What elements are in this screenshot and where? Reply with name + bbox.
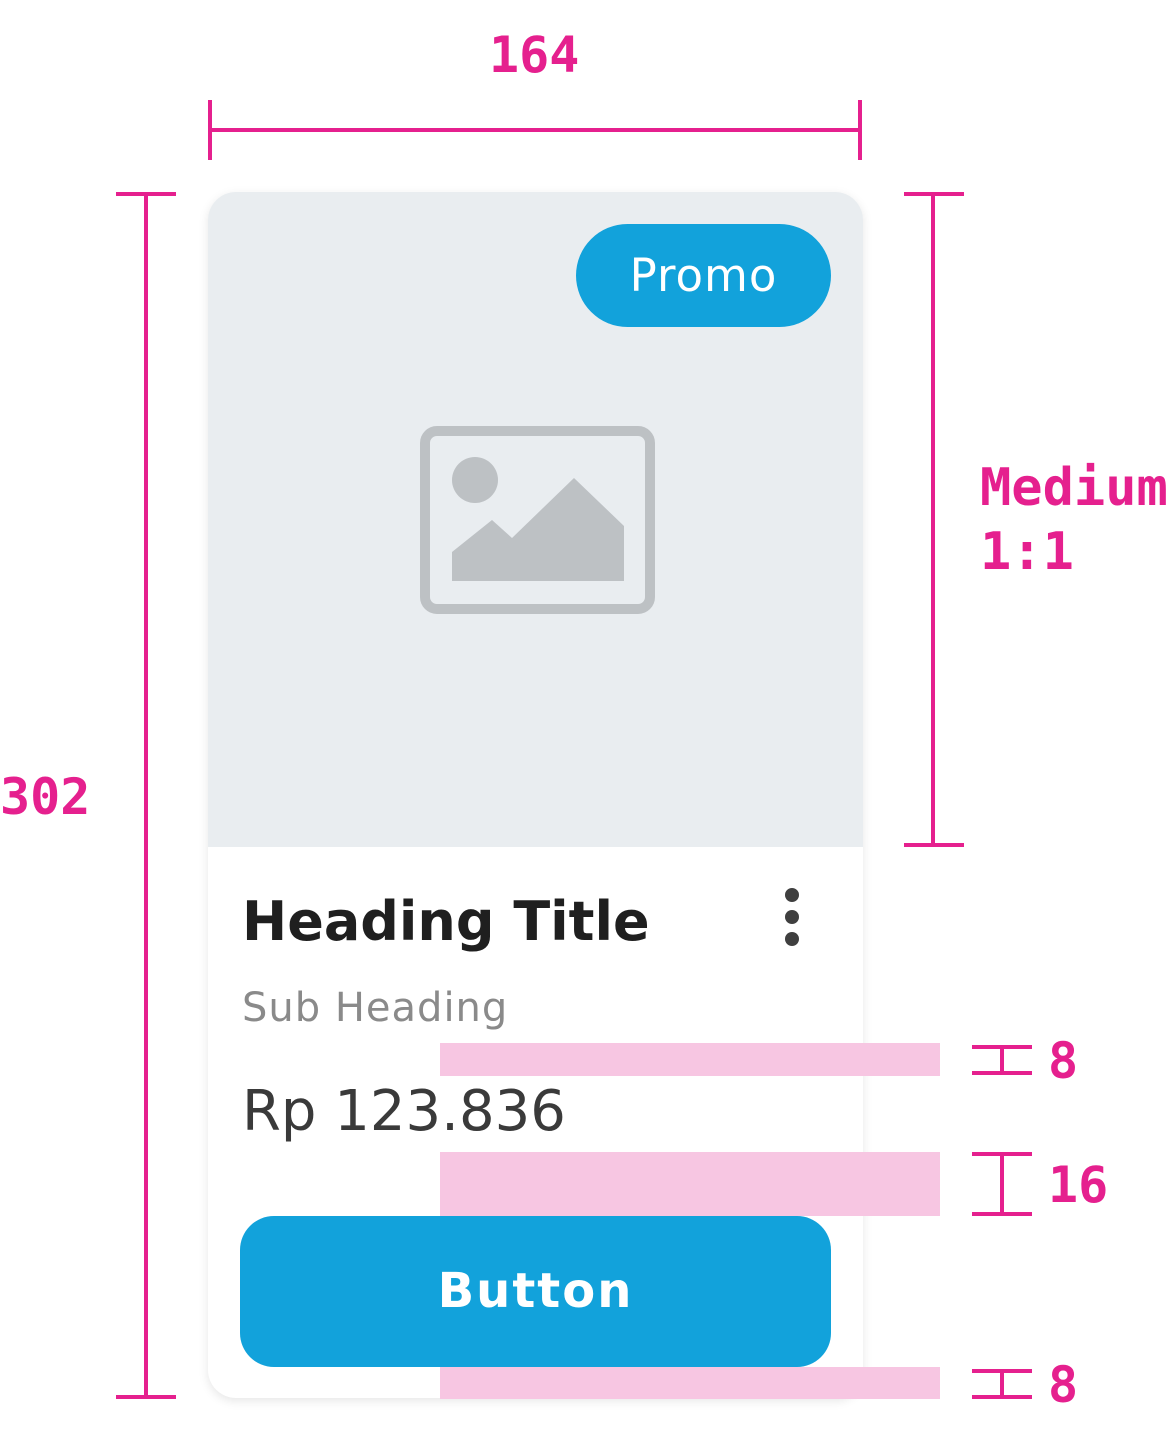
card-price: Rp 123.836 bbox=[242, 1079, 566, 1144]
promo-badge: Promo bbox=[576, 224, 831, 327]
width-dimension-tick-right bbox=[858, 100, 862, 160]
spacing-label-16: 16 bbox=[1048, 1156, 1109, 1214]
spacing-marker-8-bottom-stem bbox=[1000, 1369, 1004, 1399]
product-card[interactable]: Promo Heading Title Sub Heading Rp 123.8… bbox=[208, 192, 863, 1398]
height-dimension-label: 302 bbox=[0, 768, 91, 826]
card-subtitle: Sub Heading bbox=[242, 985, 509, 1031]
height-dimension-line bbox=[144, 193, 148, 1398]
media-dimension-line bbox=[931, 193, 935, 846]
media-ratio-label-line1: Medium bbox=[980, 458, 1168, 518]
more-vertical-icon[interactable] bbox=[772, 886, 812, 956]
spacing-label-8-top: 8 bbox=[1048, 1032, 1079, 1090]
height-dimension-tick-bottom bbox=[116, 1395, 176, 1399]
width-dimension-tick-left bbox=[208, 100, 212, 160]
media-ratio-label-line2: 1:1 bbox=[980, 522, 1074, 582]
media-dimension-tick-top bbox=[904, 192, 964, 196]
product-image: Promo bbox=[208, 192, 863, 847]
spacing-marker-16-stem bbox=[1000, 1152, 1004, 1216]
spacing-highlight-16 bbox=[440, 1152, 940, 1216]
spacing-highlight-8-bottom bbox=[440, 1367, 940, 1399]
height-dimension-tick-top bbox=[116, 192, 176, 196]
card-title: Heading Title bbox=[242, 890, 650, 953]
primary-button[interactable]: Button bbox=[240, 1216, 831, 1367]
width-dimension-label: 164 bbox=[489, 26, 580, 84]
spacing-highlight-8-top bbox=[440, 1043, 940, 1076]
spacing-label-8-bottom: 8 bbox=[1048, 1356, 1079, 1414]
media-dimension-tick-bottom bbox=[904, 843, 964, 847]
width-dimension-line bbox=[208, 128, 862, 132]
image-placeholder-icon bbox=[420, 426, 655, 614]
spacing-marker-8-top-stem bbox=[1000, 1045, 1004, 1075]
